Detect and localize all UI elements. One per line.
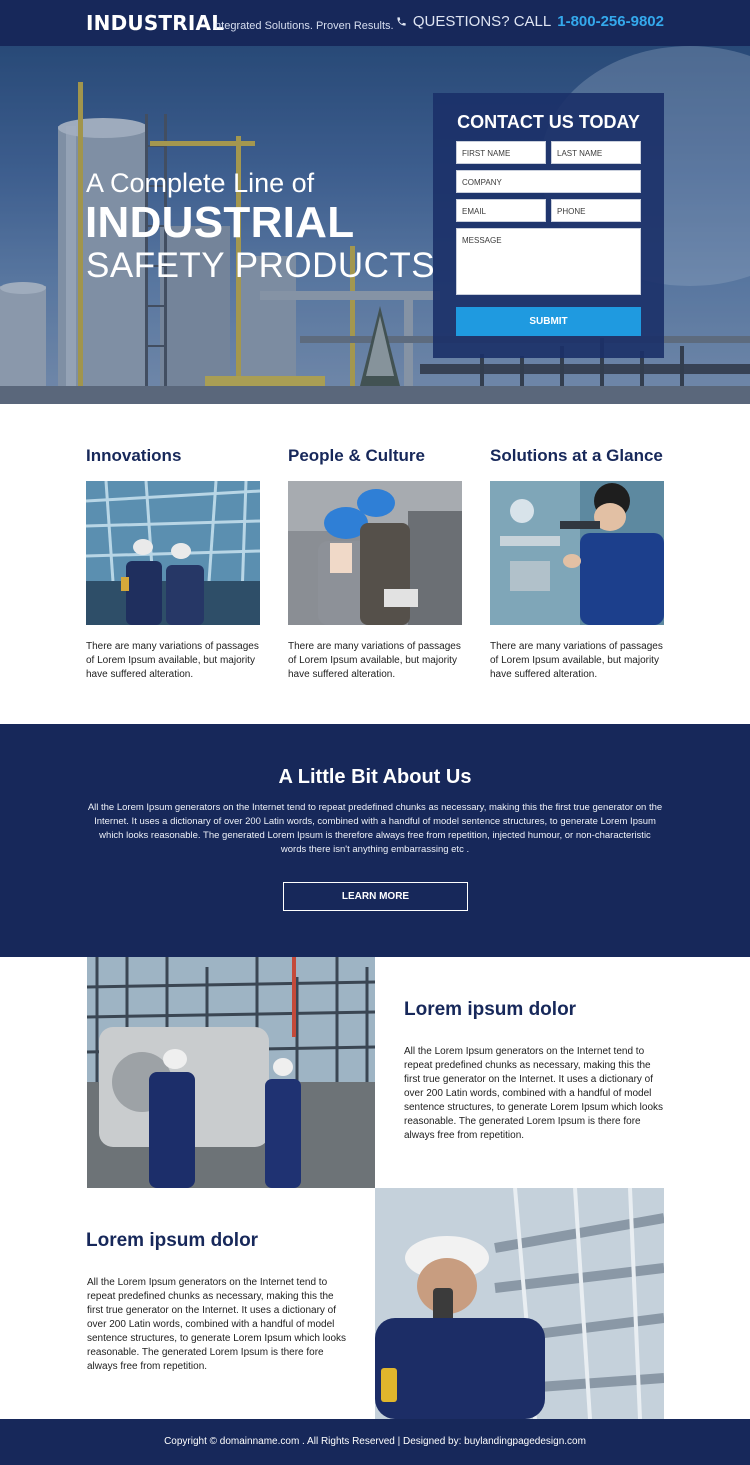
feature-photo-innovations xyxy=(86,481,260,625)
feature-title: Innovations xyxy=(86,446,182,465)
phone-number-link[interactable]: 1-800-256-9802 xyxy=(557,13,664,30)
contact-form-title: CONTACT US TODAY xyxy=(457,112,640,132)
hero-heading-secondary: SAFETY PRODUCTS xyxy=(86,246,436,285)
section-title: Lorem ipsum dolor xyxy=(86,1230,259,1251)
top-header: INDUSTRIAL Integrated Solutions. Proven … xyxy=(0,0,750,46)
phone-field[interactable]: PHONE xyxy=(551,199,641,222)
brand-tagline: Integrated Solutions. Proven Results. xyxy=(212,20,394,32)
section-text: All the Lorem Ipsum generators on the In… xyxy=(404,1046,664,1141)
company-field[interactable]: COMPANY xyxy=(456,170,641,193)
feature-text: There are many variations of passages of… xyxy=(86,641,259,680)
section-photo-worker-on-phone xyxy=(375,1188,664,1419)
feature-text: There are many variations of passages of… xyxy=(490,641,663,680)
first-name-field[interactable]: FIRST NAME xyxy=(456,141,546,164)
about-text: All the Lorem Ipsum generators on the In… xyxy=(87,802,663,855)
contact-form: CONTACT US TODAY FIRST NAME LAST NAME CO… xyxy=(433,93,664,358)
feature-people-culture: People & Culture There are many variatio… xyxy=(288,446,462,680)
feature-photo-solutions xyxy=(490,481,664,625)
feature-innovations: Innovations There are many variations of… xyxy=(86,446,260,680)
footer-copyright: Copyright © domainname.com . All Rights … xyxy=(164,1436,586,1447)
section-title: Lorem ipsum dolor xyxy=(404,999,577,1020)
last-name-field[interactable]: LAST NAME xyxy=(551,141,641,164)
feature-title: People & Culture xyxy=(288,446,425,465)
hero-subheading: A Complete Line of xyxy=(86,168,315,198)
feature-text: There are many variations of passages of… xyxy=(288,641,461,680)
feature-title: Solutions at a Glance xyxy=(490,446,663,465)
section-text: All the Lorem Ipsum generators on the In… xyxy=(87,1277,347,1372)
submit-button[interactable]: SUBMIT xyxy=(456,307,641,336)
section-photo-workers-machinery xyxy=(87,957,375,1188)
feature-solutions: Solutions at a Glance There are many var… xyxy=(490,446,664,680)
feature-photo-people xyxy=(288,481,462,625)
message-field[interactable]: MESSAGE xyxy=(456,228,641,295)
phone-label: QUESTIONS? CALL xyxy=(412,13,552,30)
hero-heading: INDUSTRIAL xyxy=(85,198,355,247)
learn-more-button[interactable]: LEARN MORE xyxy=(283,882,468,911)
email-field[interactable]: EMAIL xyxy=(456,199,546,222)
about-title: A Little Bit About Us xyxy=(278,766,472,788)
hero-banner: A Complete Line of INDUSTRIAL SAFETY PRO… xyxy=(0,46,750,404)
phone-icon xyxy=(397,17,406,26)
brand-logo[interactable]: INDUSTRIAL xyxy=(86,11,224,35)
footer: Copyright © domainname.com . All Rights … xyxy=(0,1419,750,1465)
about-section: A Little Bit About Us All the Lorem Ipsu… xyxy=(0,724,750,957)
phone-contact: QUESTIONS? CALL 1-800-256-9802 xyxy=(396,13,664,30)
